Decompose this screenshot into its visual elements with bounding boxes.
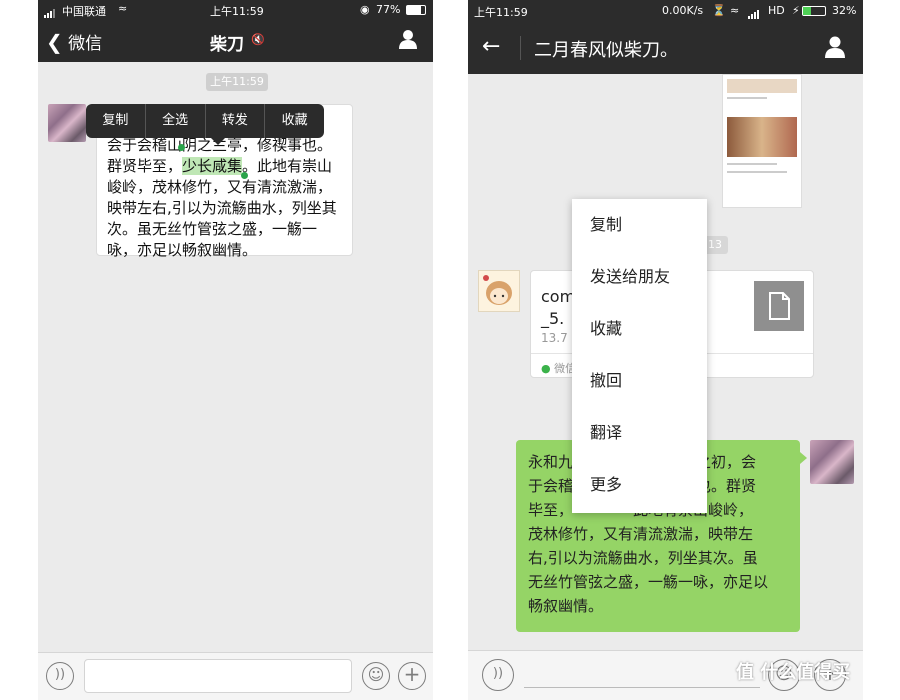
preview-image-strip xyxy=(727,79,797,93)
file-size: 13.7 xyxy=(541,331,568,345)
wifi-icon: ≈ xyxy=(118,2,128,15)
menu-more[interactable]: 更多 xyxy=(572,459,707,511)
network-type: HD xyxy=(768,4,785,17)
signal-icon xyxy=(44,5,56,18)
charging-icon: ⚡ xyxy=(792,4,800,17)
signal-icon xyxy=(748,6,760,19)
card-source: ● 微信 xyxy=(541,360,576,376)
forward-action[interactable]: 转发 xyxy=(206,104,266,138)
favorite-action[interactable]: 收藏 xyxy=(265,104,324,138)
preview-photo xyxy=(727,117,797,157)
selection-end-handle[interactable] xyxy=(241,172,248,179)
plus-icon: + xyxy=(403,662,421,686)
lock-rotation-icon: ◉ xyxy=(360,3,370,16)
battery-percent: 77% xyxy=(376,3,401,16)
message-text: 会于会稽山 xyxy=(107,136,183,154)
shared-image-preview[interactable] xyxy=(722,74,802,208)
carrier-label: 中国联通 xyxy=(62,5,106,18)
text-action-popup: 复制 全选 转发 收藏 xyxy=(86,104,324,145)
document-icon xyxy=(769,292,790,320)
nav-divider xyxy=(520,36,521,60)
input-bar: )) ☺ + xyxy=(38,652,433,700)
emoji-button[interactable]: ☺ xyxy=(362,662,390,690)
file-name-line2: _5. xyxy=(541,309,565,328)
message-line-7: 畅叙幽情。 xyxy=(528,597,604,615)
message-line-3: 峻岭，茂林修竹，又有清流激湍， xyxy=(107,178,333,196)
chat-title: 柴刀 xyxy=(210,35,244,55)
selection-start-handle[interactable] xyxy=(178,144,185,151)
smiley-icon: ☺ xyxy=(367,665,385,684)
timestamp-pill: 上午11:59 xyxy=(206,73,268,91)
menu-copy[interactable]: 复制 xyxy=(572,199,707,251)
navigation-bar: ← 二月春风似柴刀。 xyxy=(468,22,863,74)
message-input[interactable] xyxy=(524,687,760,688)
message-text: 毕至， xyxy=(528,501,574,519)
menu-send-to-friend[interactable]: 发送给朋友 xyxy=(572,251,707,303)
menu-translate[interactable]: 翻译 xyxy=(572,407,707,459)
file-name: com xyxy=(541,287,576,306)
voice-icon: )) xyxy=(54,667,66,682)
arrow-left-icon: ← xyxy=(482,34,501,59)
message-line-5: 右,引以为流觞曲水，列坐其次。虽 xyxy=(528,549,758,567)
selected-text[interactable]: 少长咸集 xyxy=(182,157,243,175)
message-line-4: 茂林修竹，又有清流激湍，映带左 xyxy=(528,525,754,543)
status-bar: 中国联通 ≈ 上午11:59 ◉ 77% xyxy=(38,0,433,20)
preview-text-line xyxy=(727,171,787,173)
back-button[interactable]: ❮ 微信 xyxy=(46,29,102,54)
navigation-bar: ❮ 微信 柴刀 🔇 xyxy=(38,20,433,62)
back-button[interactable]: ← xyxy=(482,34,500,59)
alarm-icon: ⏳ xyxy=(712,4,726,17)
voice-button[interactable]: )) xyxy=(482,659,514,691)
message-context-menu: 复制 发送给朋友 收藏 撤回 翻译 更多 xyxy=(572,199,707,513)
chevron-left-icon: ❮ xyxy=(46,30,63,54)
menu-recall[interactable]: 撤回 xyxy=(572,355,707,407)
wechat-mini-icon: ● xyxy=(541,362,551,375)
status-bar: 上午11:59 0.00K/s ⏳ ≈ HD ⚡ 32% xyxy=(468,0,863,22)
left-phone-screen: 中国联通 ≈ 上午11:59 ◉ 77% ❮ 微信 柴刀 🔇 上午11:59 会… xyxy=(38,0,433,700)
profile-button[interactable] xyxy=(398,29,418,49)
watermark-logo: 值 什么值得买 xyxy=(736,662,851,683)
avatar[interactable] xyxy=(48,104,86,142)
back-label: 微信 xyxy=(68,34,103,54)
message-input[interactable] xyxy=(84,659,352,693)
cartoon-avatar-icon xyxy=(483,275,512,305)
menu-favorite[interactable]: 收藏 xyxy=(572,303,707,355)
contact-avatar[interactable] xyxy=(478,270,520,312)
right-phone-screen: 上午11:59 0.00K/s ⏳ ≈ HD ⚡ 32% ← 二月春风似柴刀。 xyxy=(468,0,863,700)
battery-icon xyxy=(406,5,426,15)
chat-title: 二月春风似柴刀。 xyxy=(534,40,678,61)
preview-text-line xyxy=(727,97,767,99)
profile-button[interactable] xyxy=(824,36,846,58)
file-type-tile xyxy=(754,281,804,331)
message-text: 群贤毕至， xyxy=(107,157,183,175)
network-speed: 0.00K/s xyxy=(662,4,704,17)
message-text: 永和九 xyxy=(528,453,574,471)
status-time: 上午11:59 xyxy=(210,5,264,18)
message-text: 。此地有崇山 xyxy=(242,157,333,175)
person-icon xyxy=(399,30,417,49)
voice-button[interactable]: )) xyxy=(46,662,74,690)
message-line-4: 映带左右,引以为流觞曲水，列坐其 xyxy=(107,199,337,217)
message-line-6: 无丝竹管弦之盛，一觞一咏，亦足以 xyxy=(528,573,769,591)
mute-icon: 🔇 xyxy=(251,33,265,46)
person-icon xyxy=(825,36,845,58)
message-line-5: 次。虽无丝竹管弦之盛，一觞一 xyxy=(107,220,318,238)
preview-text-line xyxy=(727,163,777,165)
voice-icon: )) xyxy=(492,666,504,681)
battery-percent: 32% xyxy=(832,4,857,17)
more-button[interactable]: + xyxy=(398,662,426,690)
wifi-icon: ≈ xyxy=(730,4,740,17)
message-line-6: 咏，亦足以畅叙幽情。 xyxy=(107,241,258,259)
status-time: 上午11:59 xyxy=(474,6,528,19)
battery-icon xyxy=(802,6,826,16)
select-all-action[interactable]: 全选 xyxy=(146,104,206,138)
message-line-2: 群贤毕至，少长咸集。此地有崇山 xyxy=(107,156,342,177)
my-avatar[interactable] xyxy=(810,440,854,484)
message-text: 于会稽 xyxy=(528,477,574,495)
copy-action[interactable]: 复制 xyxy=(86,104,146,138)
message-text: 阴之兰亭，修禊事也。 xyxy=(182,136,333,154)
